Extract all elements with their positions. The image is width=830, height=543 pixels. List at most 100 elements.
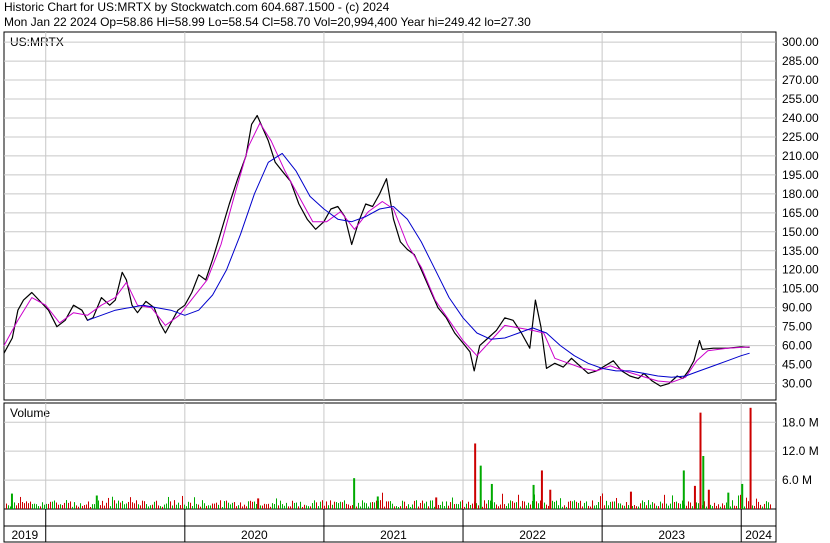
volume-bar	[584, 502, 585, 509]
volume-spike-bar	[532, 484, 535, 509]
volume-bar	[402, 500, 403, 509]
volume-bar	[558, 505, 559, 509]
volume-bar	[568, 501, 569, 509]
volume-bar	[384, 506, 385, 509]
volume-bar	[84, 505, 85, 509]
volume-bar	[24, 503, 25, 509]
price-panel: US:MRTX 300.00285.00270.00255.00240.0022…	[3, 31, 819, 401]
volume-bar	[442, 501, 443, 509]
x-tick-label: 2023	[658, 528, 685, 542]
volume-bar	[364, 502, 365, 509]
volume-bar	[10, 506, 11, 509]
volume-bar	[316, 502, 317, 509]
volume-bar	[292, 500, 293, 509]
volume-bar	[650, 504, 651, 509]
volume-bar	[234, 502, 235, 509]
volume-bar	[598, 502, 599, 509]
volume-bar	[104, 505, 105, 509]
volume-bar	[444, 506, 445, 509]
volume-bar	[638, 506, 639, 509]
volume-bar	[294, 502, 295, 509]
volume-bar	[164, 504, 165, 509]
volume-bar	[570, 500, 571, 509]
volume-bar	[446, 501, 447, 509]
volume-bar	[738, 495, 739, 509]
volume-bar	[464, 506, 465, 509]
price-tick-label: 60.00	[782, 339, 812, 353]
volume-spike-bar	[749, 407, 752, 509]
volume-bar	[126, 503, 127, 509]
volume-bar	[296, 502, 297, 509]
volume-bar	[88, 501, 89, 509]
volume-bar	[34, 503, 35, 509]
volume-bar	[582, 506, 583, 509]
volume-bar	[166, 503, 167, 509]
volume-bar	[760, 504, 761, 509]
volume-bar	[586, 501, 587, 509]
volume-spike-bar	[435, 497, 438, 509]
volume-bar	[478, 505, 479, 509]
volume-bar	[48, 503, 49, 509]
volume-bar	[426, 501, 427, 509]
volume-bar	[602, 493, 603, 509]
volume-bar	[406, 506, 407, 509]
volume-bar	[404, 501, 405, 509]
volume-spike-bar	[490, 483, 493, 509]
volume-bar	[172, 505, 173, 509]
volume-bar	[374, 502, 375, 509]
volume-bar	[276, 498, 277, 509]
volume-spike-bar	[540, 470, 543, 509]
volume-bar	[290, 506, 291, 509]
volume-bar	[454, 504, 455, 509]
volume-bar	[690, 502, 691, 509]
volume-bar	[36, 504, 37, 509]
volume-bar	[654, 503, 655, 509]
volume-bar	[596, 505, 597, 509]
volume-bar	[482, 506, 483, 509]
volume-spike-bar	[741, 483, 744, 509]
volume-bar	[546, 504, 547, 509]
volume-bar	[282, 504, 283, 509]
volume-bar	[320, 501, 321, 509]
volume-bar	[134, 503, 135, 509]
price-tick-label: 210.00	[782, 149, 819, 163]
volume-spike-bar	[257, 498, 260, 509]
volume-bar	[498, 506, 499, 509]
volume-bar	[310, 506, 311, 509]
price-tick-label: 225.00	[782, 130, 819, 144]
volume-bar	[98, 500, 99, 509]
volume-bar	[452, 497, 453, 509]
volume-bar	[562, 506, 563, 509]
volume-bar	[240, 502, 241, 509]
volume-bar	[266, 504, 267, 509]
volume-bar	[80, 503, 81, 509]
volume-bar	[640, 503, 641, 509]
volume-bar	[30, 501, 31, 509]
price-tick-label: 150.00	[782, 225, 819, 239]
volume-bar	[52, 501, 53, 509]
volume-bar	[396, 506, 397, 509]
volume-bar	[408, 504, 409, 509]
volume-bar	[430, 500, 431, 509]
volume-spike-bar	[10, 493, 13, 509]
volume-bar	[168, 496, 169, 509]
volume-bar	[198, 504, 199, 509]
volume-spike-bar	[376, 496, 379, 509]
volume-bar	[656, 505, 657, 509]
volume-bar	[576, 501, 577, 509]
volume-bar	[348, 504, 349, 509]
volume-bar	[206, 505, 207, 509]
volume-bar	[768, 502, 769, 509]
volume-bar	[758, 501, 759, 509]
volume-panel: Volume 18.0 M 12.0 M 6.0 M	[3, 402, 819, 510]
volume-bar	[358, 502, 359, 509]
volume-bar	[44, 504, 45, 509]
volume-bar	[578, 502, 579, 509]
volume-bar	[422, 500, 423, 509]
volume-bar	[504, 504, 505, 509]
volume-bar	[208, 505, 209, 509]
x-tick-label: 2022	[519, 528, 546, 542]
volume-bar	[336, 502, 337, 509]
volume-bar	[544, 502, 545, 509]
volume-bar	[646, 505, 647, 509]
